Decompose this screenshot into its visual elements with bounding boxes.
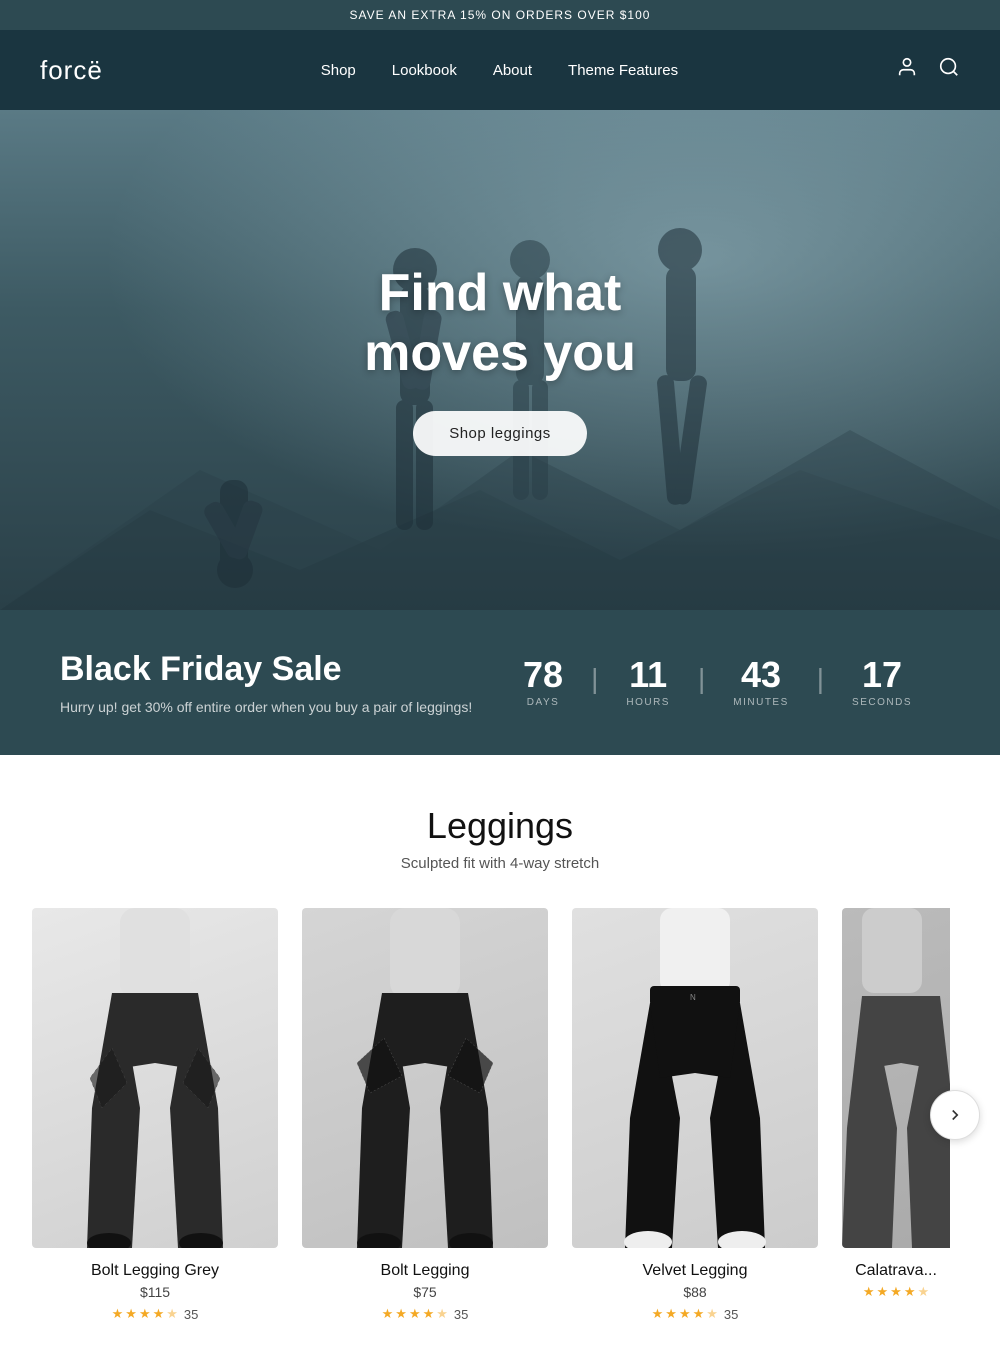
nav-lookbook[interactable]: Lookbook [392, 62, 457, 79]
countdown-seconds: 17 SECONDS [824, 657, 940, 708]
search-icon[interactable] [938, 56, 960, 84]
nav-shop[interactable]: Shop [321, 62, 356, 79]
account-icon[interactable] [896, 56, 918, 84]
sale-heading: Black Friday Sale [60, 650, 472, 689]
countdown-timer: 78 DAYS | 11 HOURS | 43 MINUTES | 17 SEC… [495, 657, 940, 708]
product-stars-3: ★ ★ ★ ★ ★ 35 [572, 1306, 818, 1322]
carousel-next-wrapper [930, 1090, 980, 1140]
shop-leggings-button[interactable]: Shop leggings [413, 411, 587, 456]
svg-text:N: N [690, 993, 696, 1002]
nav-theme-features[interactable]: Theme Features [568, 62, 678, 79]
products-section: Leggings Sculpted fit with 4-way stretch [0, 755, 1000, 1362]
chevron-right-icon [946, 1106, 964, 1124]
product-price-1: $115 [32, 1284, 278, 1300]
product-price-3: $88 [572, 1284, 818, 1300]
countdown-hours: 11 HOURS [598, 657, 698, 708]
products-subtitle: Sculpted fit with 4-way stretch [20, 855, 980, 872]
product-card-3[interactable]: N Velvet Legging $88 ★ ★ ★ ★ ★ 35 [560, 908, 830, 1322]
product-image-4-partial [842, 908, 950, 1248]
product-stars-2: ★ ★ ★ ★ ★ 35 [302, 1306, 548, 1322]
products-carousel: Bolt Legging Grey $115 ★ ★ ★ ★ ★ 35 [20, 908, 980, 1322]
product-stars-4: ★ ★ ★ ★ ★ [842, 1284, 950, 1300]
carousel-next-button[interactable] [930, 1090, 980, 1140]
countdown-info: Black Friday Sale Hurry up! get 30% off … [60, 650, 472, 715]
product-stars-1: ★ ★ ★ ★ ★ 35 [32, 1306, 278, 1322]
product-name-3: Velvet Legging [572, 1262, 818, 1280]
countdown-minutes: 43 MINUTES [705, 657, 817, 708]
product-card-2[interactable]: Bolt Legging $75 ★ ★ ★ ★ ★ 35 [290, 908, 560, 1322]
hero-content: Find what moves you Shop leggings [364, 264, 636, 457]
products-grid: Bolt Legging Grey $115 ★ ★ ★ ★ ★ 35 [20, 908, 980, 1322]
products-title: Leggings [20, 805, 980, 847]
nav-about[interactable]: About [493, 62, 532, 79]
product-image-2 [302, 908, 548, 1248]
product-image-1 [32, 908, 278, 1248]
countdown-days: 78 DAYS [495, 657, 591, 708]
hero-section: Find what moves you Shop leggings [0, 110, 1000, 610]
sale-subtext: Hurry up! get 30% off entire order when … [60, 699, 472, 715]
product-price-2: $75 [302, 1284, 548, 1300]
hero-title: Find what moves you [364, 264, 636, 384]
announcement-text: SAVE AN EXTRA 15% ON ORDERS OVER $100 [350, 8, 651, 22]
product-name-2: Bolt Legging [302, 1262, 548, 1280]
product-card-1[interactable]: Bolt Legging Grey $115 ★ ★ ★ ★ ★ 35 [20, 908, 290, 1322]
divider-1: | [591, 657, 598, 695]
product-name-1: Bolt Legging Grey [32, 1262, 278, 1280]
header: forcë Shop Lookbook About Theme Features [0, 30, 1000, 110]
announcement-bar: SAVE AN EXTRA 15% ON ORDERS OVER $100 [0, 0, 1000, 30]
header-icons [896, 56, 960, 84]
product-name-4: Calatrava... [842, 1262, 950, 1280]
logo[interactable]: forcë [40, 55, 103, 86]
divider-3: | [817, 657, 824, 695]
divider-2: | [698, 657, 705, 695]
product-image-3: N [572, 908, 818, 1248]
countdown-section: Black Friday Sale Hurry up! get 30% off … [0, 610, 1000, 755]
main-nav: Shop Lookbook About Theme Features [321, 62, 678, 79]
